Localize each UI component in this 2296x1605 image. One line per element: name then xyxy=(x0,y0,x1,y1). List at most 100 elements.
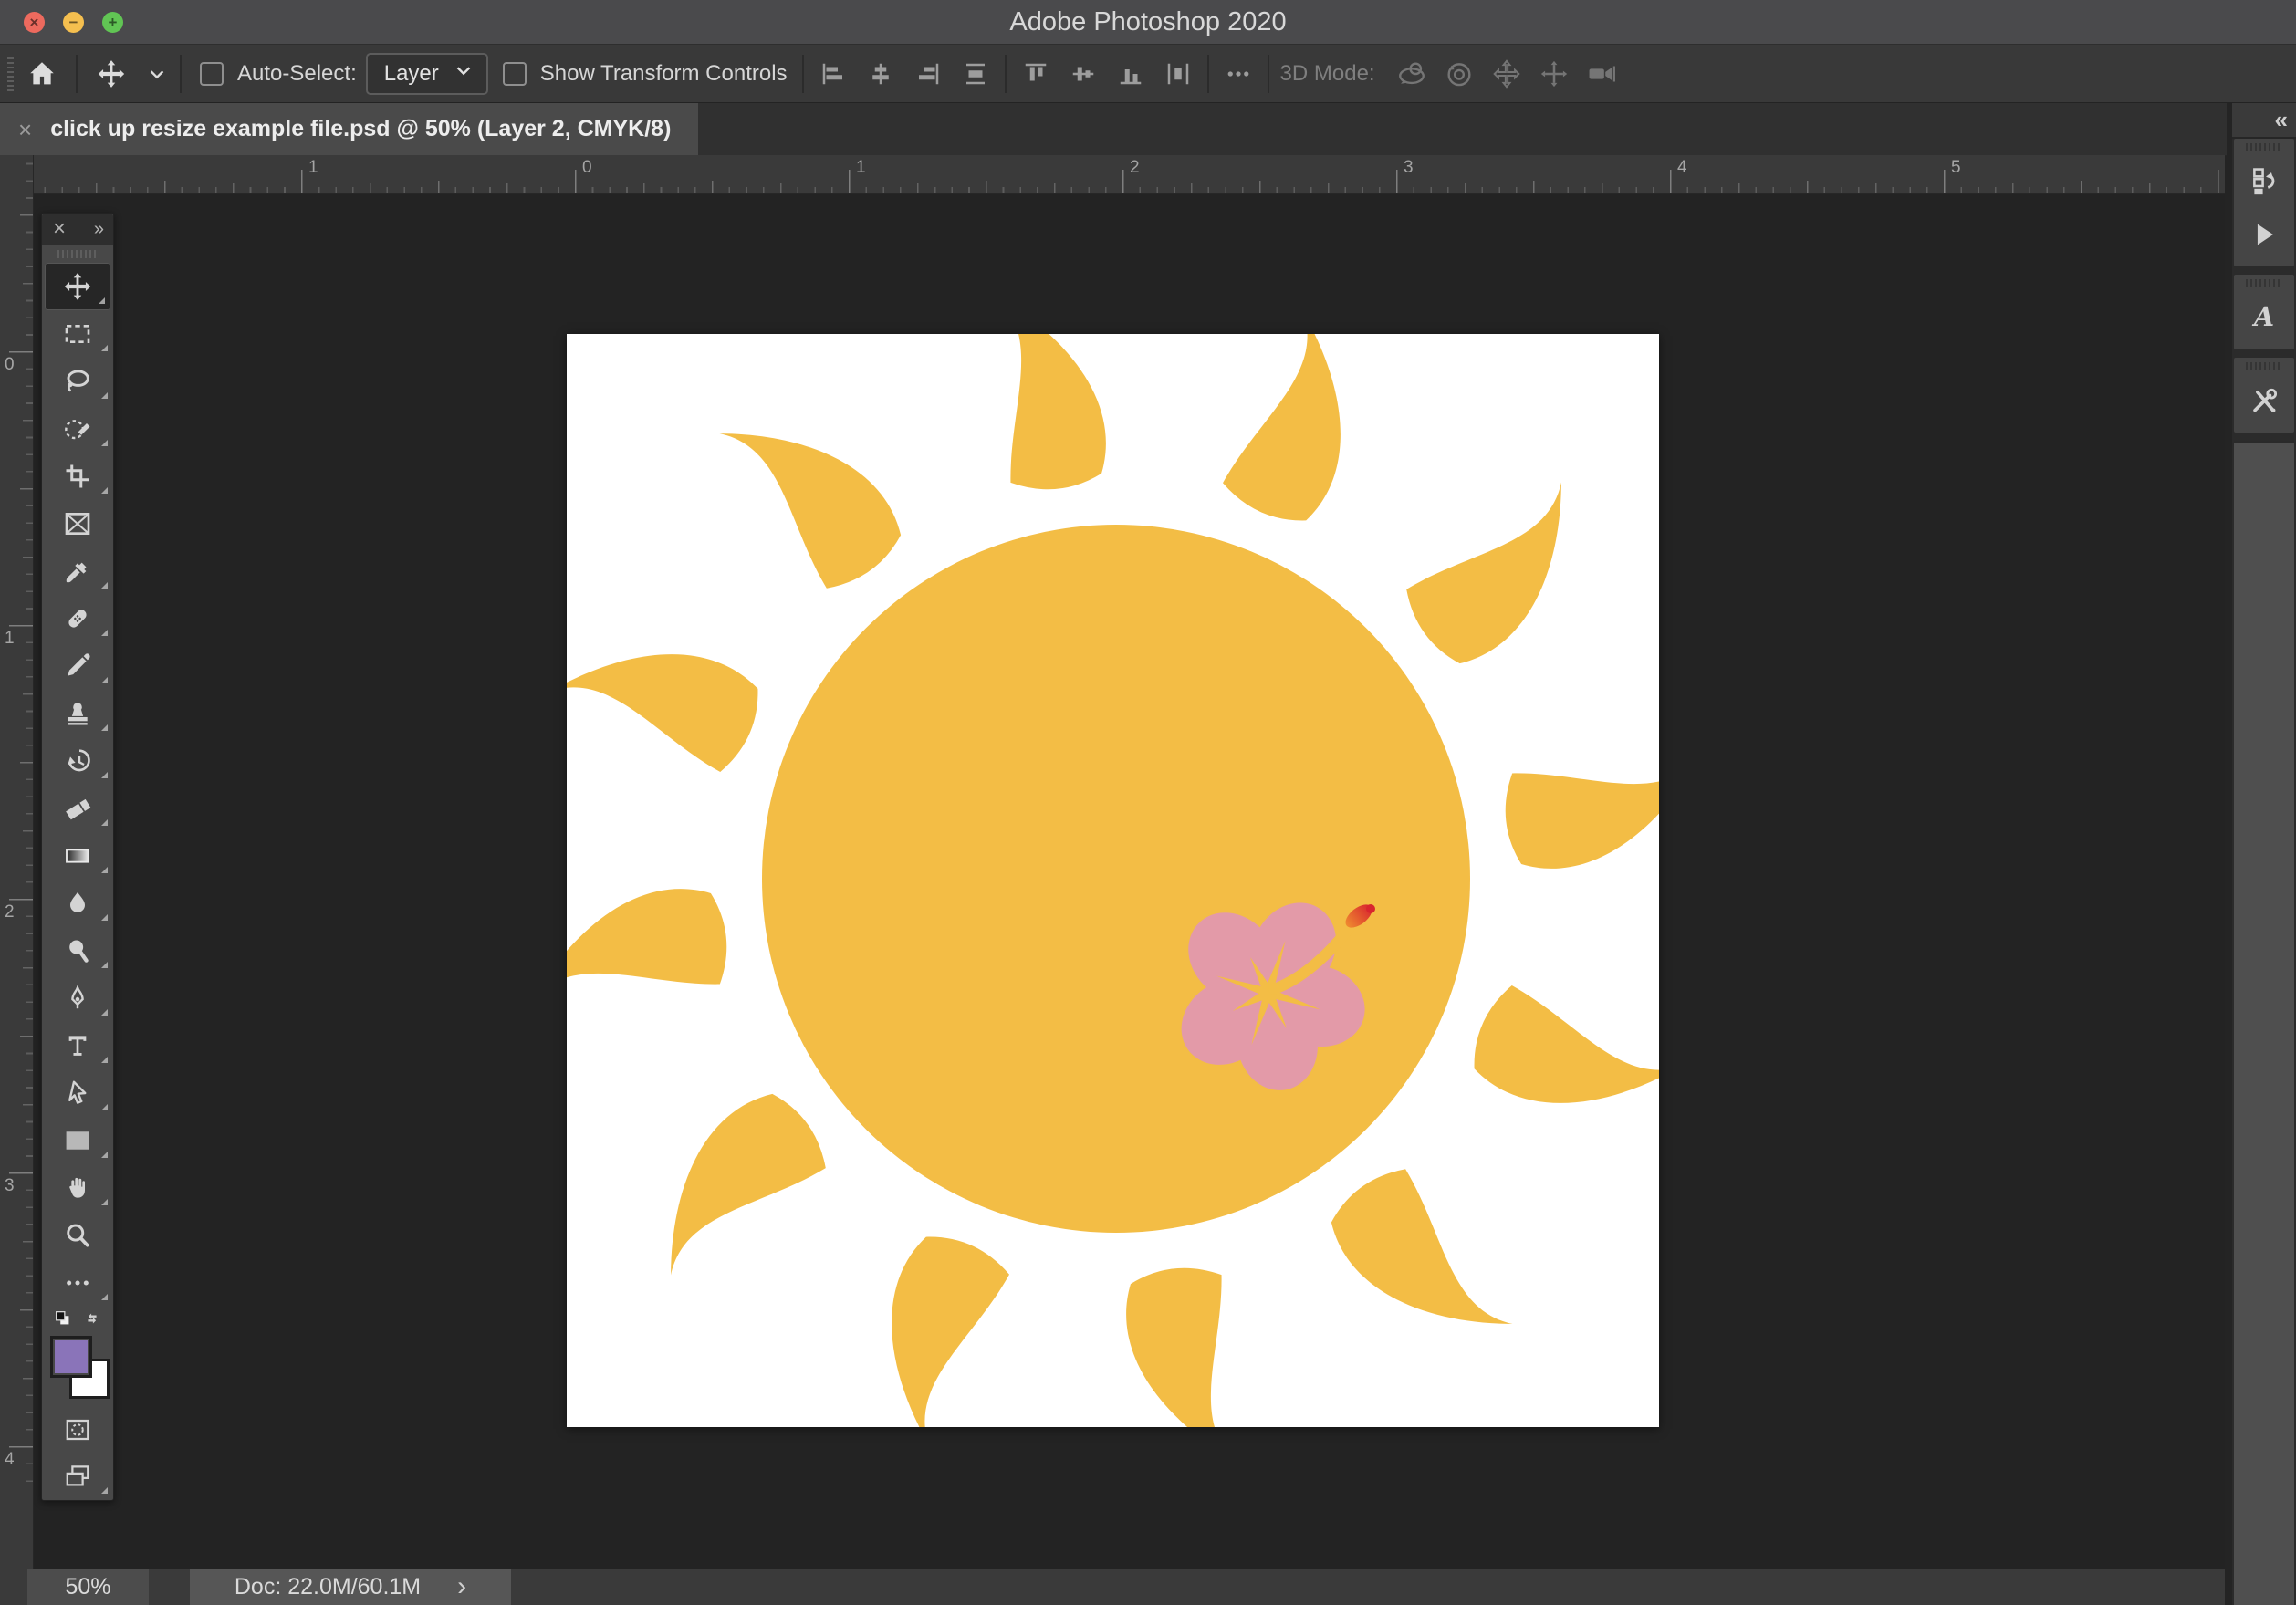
expand-palette-icon[interactable]: » xyxy=(94,220,102,238)
current-tool-move[interactable] xyxy=(83,50,140,98)
vertical-ruler[interactable]: 01234 xyxy=(0,155,34,1569)
healing-brush-tool[interactable] xyxy=(42,595,113,642)
align-vertical-centers-button[interactable] xyxy=(1059,50,1107,98)
tool-preset-chevron[interactable] xyxy=(140,50,174,98)
rectangle-tool[interactable] xyxy=(42,1117,113,1164)
align-left-edges-button[interactable] xyxy=(809,50,857,98)
rectangular-marquee-tool[interactable] xyxy=(42,310,113,358)
tool-flyout-indicator xyxy=(101,1199,108,1205)
svg-text:A: A xyxy=(2251,301,2274,332)
more-align-group xyxy=(1215,50,1262,98)
align-top-edges-button[interactable] xyxy=(1012,50,1059,98)
glyphs-panel-button[interactable]: A xyxy=(2234,291,2294,344)
distribute-horizontal-centers-button[interactable] xyxy=(1154,50,1202,98)
zoom-tool[interactable] xyxy=(42,1212,113,1259)
ruler-label: 4 xyxy=(1677,158,1687,178)
blur-tool[interactable] xyxy=(42,880,113,927)
3d-pan-button[interactable] xyxy=(1483,50,1530,98)
options-bar-grip[interactable] xyxy=(7,57,14,91)
swap-colors-button[interactable] xyxy=(82,1308,102,1333)
tool-flyout-indicator xyxy=(101,1294,108,1300)
panel-dock: « A xyxy=(2227,103,2296,1605)
document-tab[interactable]: × click up resize example file.psd @ 50%… xyxy=(0,103,698,155)
eyedropper-tool[interactable] xyxy=(42,547,113,595)
brush-tool[interactable] xyxy=(42,642,113,690)
history-brush-tool[interactable] xyxy=(42,737,113,785)
edit-toolbar[interactable] xyxy=(42,1259,113,1307)
document-tab-bar: × click up resize example file.psd @ 50%… xyxy=(0,103,2296,156)
3d-camera-button[interactable] xyxy=(1578,50,1625,98)
tool-flyout-indicator xyxy=(101,772,108,778)
dock-panel-group xyxy=(2234,139,2294,266)
history-brush-tool-icon xyxy=(63,746,92,776)
close-tab-icon[interactable]: × xyxy=(18,118,32,141)
clone-stamp-tool[interactable] xyxy=(42,690,113,737)
more-align-options-button[interactable] xyxy=(1215,50,1262,98)
distribute-vertical-centers-button[interactable] xyxy=(952,50,999,98)
show-transform-checkbox[interactable] xyxy=(497,50,540,98)
home-button[interactable] xyxy=(14,50,70,98)
dodge-tool[interactable] xyxy=(42,927,113,974)
quick-mask-icon xyxy=(64,1416,91,1443)
type-tool[interactable] xyxy=(42,1022,113,1069)
pasteboard[interactable]: × » xyxy=(34,194,2225,1569)
eraser-tool[interactable] xyxy=(42,785,113,832)
document-canvas[interactable] xyxy=(567,334,1659,1427)
quick-mask-button[interactable] xyxy=(42,1407,113,1453)
3d-pan-icon xyxy=(1491,58,1522,89)
eraser-tool-icon xyxy=(63,794,92,823)
close-icon: × xyxy=(30,15,39,30)
crop-tool[interactable] xyxy=(42,453,113,500)
hand-tool[interactable] xyxy=(42,1164,113,1212)
type-tool-icon xyxy=(63,1031,92,1060)
minimize-window-button[interactable]: − xyxy=(63,12,84,33)
traffic-lights: × − + xyxy=(24,0,123,44)
chevron-down-icon xyxy=(147,64,167,84)
screen-mode-button[interactable] xyxy=(42,1453,113,1500)
tool-flyout-indicator xyxy=(101,345,108,351)
eyedropper-tool-icon xyxy=(63,557,92,586)
minimize-icon: − xyxy=(69,15,78,30)
horizontal-ruler[interactable]: 1012345 xyxy=(33,155,2225,194)
dock-grip[interactable] xyxy=(2234,358,2294,374)
object-selection-tool[interactable] xyxy=(42,405,113,453)
show-transform-label: Show Transform Controls xyxy=(540,61,788,87)
3d-roll-button[interactable] xyxy=(1435,50,1483,98)
palette-grip[interactable] xyxy=(42,245,113,263)
zoom-level-field[interactable]: 50% xyxy=(27,1569,149,1605)
history-panel-button[interactable] xyxy=(2234,155,2294,208)
3d-orbit-button[interactable] xyxy=(1388,50,1435,98)
align-bottom-edges-button[interactable] xyxy=(1107,50,1154,98)
hand-tool-icon xyxy=(63,1173,92,1203)
actions-panel-button[interactable] xyxy=(2234,208,2294,261)
close-palette-icon[interactable]: × xyxy=(53,218,66,240)
auto-select-checkbox[interactable] xyxy=(187,50,237,98)
tool-flyout-indicator xyxy=(101,1152,108,1158)
pen-tool[interactable] xyxy=(42,974,113,1022)
photoshop-window: × − + Adobe Photoshop 2020 Auto-Select: … xyxy=(0,0,2296,1605)
ruler-label: 1 xyxy=(308,158,318,178)
tool-presets-panel-button[interactable] xyxy=(2234,374,2294,427)
default-colors-button[interactable] xyxy=(53,1308,73,1333)
align-horizontal-centers-button[interactable] xyxy=(857,50,904,98)
lasso-tool[interactable] xyxy=(42,358,113,405)
checkbox-icon xyxy=(503,62,527,86)
3d-camera-icon xyxy=(1586,58,1617,89)
dock-grip[interactable] xyxy=(2234,139,2294,155)
3d-slide-button[interactable] xyxy=(1530,50,1578,98)
tool-flyout-indicator xyxy=(101,1487,108,1494)
dock-gap xyxy=(2232,349,2296,358)
align-right-edges-button[interactable] xyxy=(904,50,952,98)
maximize-window-button[interactable]: + xyxy=(102,12,123,33)
dock-grip[interactable] xyxy=(2234,275,2294,291)
auto-select-target-dropdown[interactable]: Layer xyxy=(366,53,488,95)
gradient-tool[interactable] xyxy=(42,832,113,880)
align-group-vertical xyxy=(1012,50,1202,98)
collapse-panels-icon[interactable]: « xyxy=(2275,106,2285,134)
document-size-field[interactable]: Doc: 22.0M/60.1M › xyxy=(190,1569,511,1605)
foreground-color-swatch[interactable] xyxy=(50,1336,92,1378)
move-tool[interactable] xyxy=(45,263,110,310)
path-selection-tool[interactable] xyxy=(42,1069,113,1117)
frame-tool[interactable] xyxy=(42,500,113,547)
close-window-button[interactable]: × xyxy=(24,12,45,33)
